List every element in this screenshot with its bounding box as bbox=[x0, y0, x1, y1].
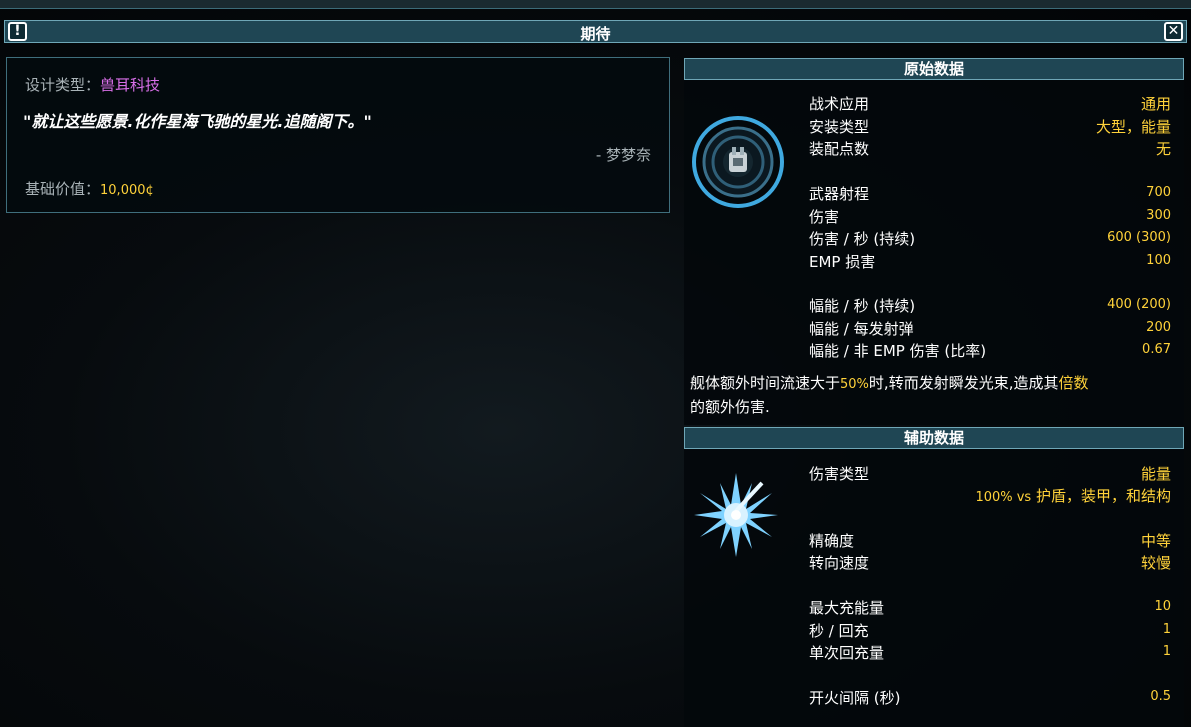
damage-vs-row: 100% vs 护盾，装甲，和结构 bbox=[809, 485, 1171, 507]
stat-value: 无 bbox=[1155, 140, 1171, 158]
desc-text: 的额外伤害. bbox=[690, 398, 770, 416]
stat-row: 伤害 / 秒 (持续) 600 (300) bbox=[809, 228, 1171, 250]
desc-text: 舰体额外时间流速大于 bbox=[690, 374, 841, 392]
stat-row: 装配点数 无 bbox=[809, 138, 1171, 160]
window-titlebar: ! 期待 ✕ bbox=[4, 20, 1187, 43]
stat-value: 大型，能量 bbox=[1095, 118, 1171, 136]
stat-label: 安装类型 bbox=[809, 118, 870, 136]
stat-row: 开火间隔 (秒) 0.5 bbox=[809, 687, 1171, 709]
stat-label: 精确度 bbox=[809, 532, 855, 550]
stat-value: 中等 bbox=[1140, 532, 1171, 550]
stat-value: 能量 bbox=[1140, 465, 1171, 483]
desc-text: 时,转而发射瞬发光束,造成其 bbox=[868, 374, 1059, 392]
close-icon[interactable]: ✕ bbox=[1164, 22, 1183, 41]
stat-row: 幅能 / 每发射弹 200 bbox=[809, 318, 1171, 340]
primary-data-panel: 战术应用 通用 安装类型 大型，能量 装配点数 无 武器射程 700 伤害 30… bbox=[684, 80, 1184, 425]
base-value: 10,000¢ bbox=[100, 183, 154, 198]
flavor-quote: "就让这些愿景.化作星海飞驰的星光.追随阁下。" bbox=[23, 112, 372, 131]
stat-value: 0.67 bbox=[1142, 342, 1171, 357]
weapon-mount-icon bbox=[692, 116, 784, 208]
stat-row: 单次回充量 1 bbox=[809, 642, 1171, 664]
stat-value: 1 bbox=[1162, 644, 1171, 659]
base-value-row: 基础价值：10,000¢ bbox=[25, 178, 154, 199]
stat-label: 开火间隔 (秒) bbox=[809, 689, 901, 707]
lore-panel: 设计类型：兽耳科技 "就让这些愿景.化作星海飞驰的星光.追随阁下。" - 梦梦奈… bbox=[6, 57, 670, 213]
stat-label: 战术应用 bbox=[809, 95, 870, 113]
stat-value: 1 bbox=[1162, 622, 1171, 637]
stat-row: 转向速度 较慢 bbox=[809, 552, 1171, 574]
stat-row: 精确度 中等 bbox=[809, 530, 1171, 552]
stat-label: 伤害 / 秒 (持续) bbox=[809, 230, 916, 248]
stat-value: 200 bbox=[1146, 320, 1171, 335]
damage-vs-text: 护盾，装甲，和结构 bbox=[1035, 487, 1171, 505]
stat-label: 武器射程 bbox=[809, 185, 870, 203]
stat-label: 转向速度 bbox=[809, 554, 870, 572]
stat-value: 700 bbox=[1146, 185, 1171, 200]
stat-label: 幅能 / 秒 (持续) bbox=[809, 297, 916, 315]
stat-label: 伤害 bbox=[809, 208, 840, 226]
stat-label: 秒 / 回充 bbox=[809, 622, 869, 640]
stat-row: EMP 损害 100 bbox=[809, 251, 1171, 273]
stat-label: 伤害类型 bbox=[809, 465, 870, 483]
manufacturer-name: 兽耳科技 bbox=[100, 76, 161, 94]
stat-value: 0.5 bbox=[1150, 689, 1171, 704]
stat-value: 100 bbox=[1146, 253, 1171, 268]
stat-label: EMP 损害 bbox=[809, 253, 876, 271]
stat-label: 单次回充量 bbox=[809, 644, 885, 662]
damage-vs-value: 100% vs 护盾，装甲，和结构 bbox=[975, 485, 1171, 506]
window-title: 期待 bbox=[580, 25, 611, 43]
stat-row: 秒 / 回充 1 bbox=[809, 620, 1171, 642]
stat-row: 伤害 300 bbox=[809, 206, 1171, 228]
stat-value: 300 bbox=[1146, 208, 1171, 223]
stat-value: 600 (300) bbox=[1107, 230, 1171, 245]
stat-label: 最大充能量 bbox=[809, 599, 885, 617]
top-strip bbox=[0, 0, 1191, 9]
stat-row: 战术应用 通用 bbox=[809, 93, 1171, 115]
stat-row: 最大充能量 10 bbox=[809, 597, 1171, 619]
design-type-row: 设计类型：兽耳科技 bbox=[25, 74, 160, 95]
desc-highlight: 倍数 bbox=[1058, 374, 1089, 392]
stat-row: 伤害类型 能量 bbox=[809, 463, 1171, 485]
design-type-label: 设计类型： bbox=[25, 76, 101, 94]
ancillary-data-panel: 伤害类型 能量 100% vs 护盾，装甲，和结构 精确度 中等 转向速度 较慢… bbox=[684, 449, 1184, 727]
stat-label: 幅能 / 每发射弹 bbox=[809, 320, 914, 338]
stat-row: 武器射程 700 bbox=[809, 183, 1171, 205]
weapon-description: 舰体额外时间流速大于50%时,转而发射瞬发光束,造成其倍数的额外伤害. bbox=[690, 372, 1182, 419]
stat-label: 装配点数 bbox=[809, 140, 870, 158]
stat-row: 幅能 / 非 EMP 伤害 (比率) 0.67 bbox=[809, 340, 1171, 362]
desc-highlight: 50% bbox=[840, 377, 869, 392]
quote-author: - 梦梦奈 bbox=[595, 146, 651, 164]
ancillary-data-header: 辅助数据 bbox=[684, 427, 1184, 449]
stat-value: 10 bbox=[1154, 599, 1171, 614]
stat-row: 安装类型 大型，能量 bbox=[809, 116, 1171, 138]
stat-value: 通用 bbox=[1140, 95, 1171, 113]
stat-label: 幅能 / 非 EMP 伤害 (比率) bbox=[809, 342, 987, 360]
stat-row: 幅能 / 秒 (持续) 400 (200) bbox=[809, 295, 1171, 317]
stat-value: 较慢 bbox=[1140, 554, 1171, 572]
stat-value: 400 (200) bbox=[1107, 297, 1171, 312]
base-value-label: 基础价值： bbox=[25, 180, 101, 198]
damage-vs-pct: 100% vs bbox=[975, 490, 1032, 505]
primary-data-header: 原始数据 bbox=[684, 58, 1184, 80]
energy-damage-icon bbox=[694, 473, 778, 557]
